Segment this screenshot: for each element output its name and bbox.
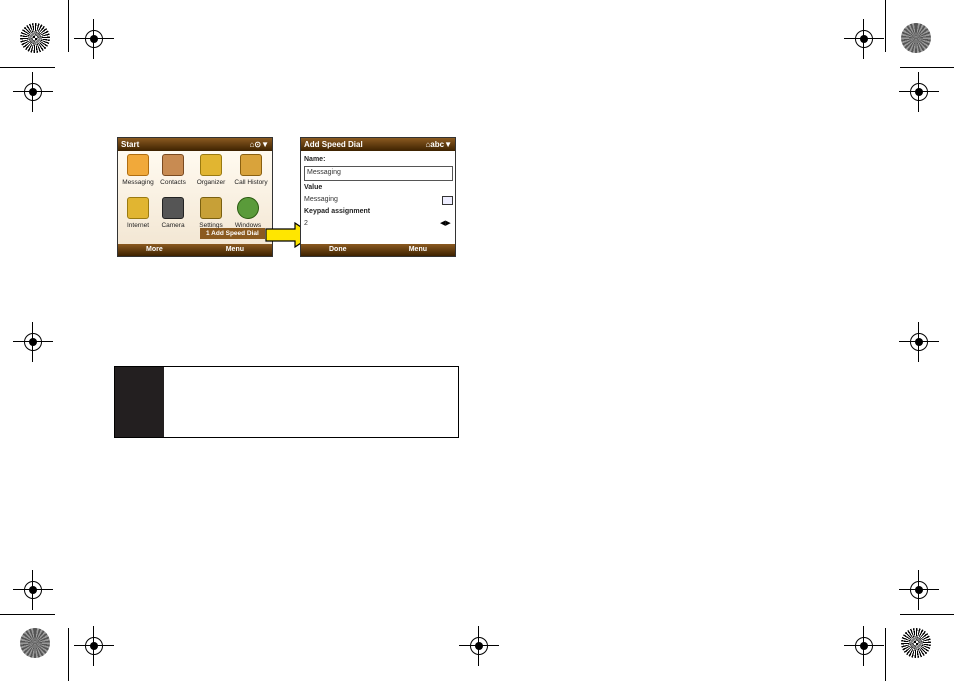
- status-icons: ⌂abc▼: [425, 140, 452, 149]
- menu-softkey[interactable]: Menu: [409, 244, 427, 256]
- color-target-icon: [901, 23, 931, 53]
- call-history-icon: [240, 154, 262, 176]
- registration-mark-icon: [459, 626, 499, 666]
- star-target-icon: [901, 628, 931, 658]
- contacts-icon: [162, 154, 184, 176]
- registration-mark-icon: [74, 626, 114, 666]
- app-messaging[interactable]: Messaging: [121, 154, 155, 186]
- registration-mark-icon: [899, 72, 939, 112]
- keypad-assignment-value[interactable]: 2: [304, 220, 308, 227]
- envelope-icon: [127, 154, 149, 176]
- speed-dial-title-bar: Add Speed Dial ⌂abc▼: [301, 138, 455, 151]
- registration-mark-icon: [899, 322, 939, 362]
- folder-icon: [200, 154, 222, 176]
- settings-icon: [200, 197, 222, 219]
- app-call-history[interactable]: Call History: [231, 154, 271, 186]
- registration-mark-icon: [74, 19, 114, 59]
- registration-mark-icon: [13, 570, 53, 610]
- registration-mark-icon: [899, 570, 939, 610]
- app-windows-media[interactable]: Windows: [231, 197, 265, 229]
- note-tab: [115, 367, 164, 437]
- left-soft-key-bar: More Menu: [118, 244, 272, 256]
- registration-mark-icon: [844, 626, 884, 666]
- start-screen: Start ⌂⊙▼ Messaging Contacts Organizer C…: [117, 137, 273, 257]
- calendar-icon[interactable]: [442, 196, 453, 205]
- app-settings[interactable]: Settings: [194, 197, 228, 229]
- name-input[interactable]: Messaging: [304, 166, 453, 181]
- value-label: Value: [304, 184, 323, 191]
- app-organizer[interactable]: Organizer: [194, 154, 228, 186]
- app-contacts[interactable]: Contacts: [156, 154, 190, 186]
- registration-mark-icon: [13, 72, 53, 112]
- internet-folder-icon: [127, 197, 149, 219]
- note-box: [114, 366, 459, 438]
- add-speed-dial-menu-item[interactable]: 1 Add Speed Dial: [200, 228, 265, 239]
- color-target-icon: [20, 628, 50, 658]
- status-icons: ⌂⊙▼: [249, 140, 269, 149]
- screen-title: Start: [121, 140, 140, 149]
- right-soft-key-bar: Done Menu: [301, 244, 455, 256]
- star-target-icon: [20, 23, 50, 53]
- left-right-arrows-icon[interactable]: ◀▶: [440, 219, 451, 227]
- registration-mark-icon: [13, 322, 53, 362]
- name-label: Name:: [304, 156, 326, 163]
- add-speed-dial-screen: Add Speed Dial ⌂abc▼ Name: Messaging Val…: [300, 137, 456, 257]
- media-player-icon: [237, 197, 259, 219]
- value-field[interactable]: Messaging: [304, 196, 338, 203]
- app-internet[interactable]: Internet: [121, 197, 155, 229]
- more-softkey[interactable]: More: [146, 244, 163, 256]
- menu-softkey[interactable]: Menu: [226, 244, 244, 256]
- app-camera[interactable]: Camera: [156, 197, 190, 229]
- camera-icon: [162, 197, 184, 219]
- keypad-assignment-label: Keypad assignment: [304, 208, 371, 215]
- registration-mark-icon: [844, 19, 884, 59]
- done-softkey[interactable]: Done: [329, 244, 347, 256]
- screen-title: Add Speed Dial: [304, 140, 363, 149]
- start-title-bar: Start ⌂⊙▼: [118, 138, 272, 151]
